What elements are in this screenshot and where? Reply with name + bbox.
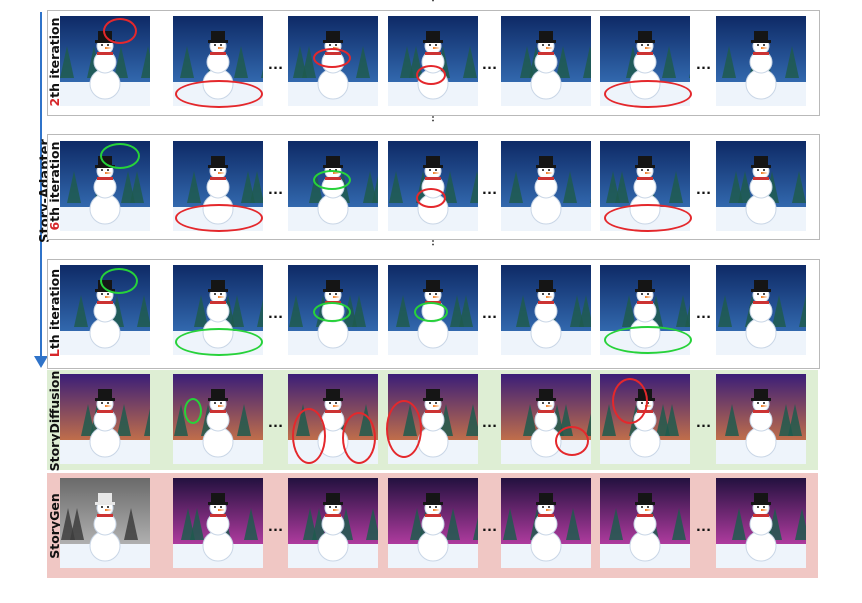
ellipsis-r4-b: … [481, 414, 499, 431]
ellipsis-r1-a: … [267, 56, 285, 73]
marker-r3-c1-face [100, 268, 138, 294]
tile-r5-c1 [60, 478, 150, 568]
vdots-1: ⋮ [428, 112, 438, 123]
ellipsis-r1-c: … [695, 56, 713, 73]
ellipsis-r5-b: … [481, 518, 499, 535]
ellipsis-r1-b: … [481, 56, 499, 73]
ellipsis-r3-c: … [695, 305, 713, 322]
ellipsis-r3-a: … [267, 305, 285, 322]
tile-r3-c7 [716, 265, 806, 355]
tile-r5-c5 [501, 478, 591, 568]
tile-r4-c1 [60, 374, 150, 464]
marker-r1-c2-ground [175, 80, 263, 108]
vdots-2: ⋮ [428, 236, 438, 247]
tile-r4-c7 [716, 374, 806, 464]
iteration-arrow-head [34, 356, 48, 368]
tile-r5-c4 [388, 478, 478, 568]
marker-sd-c5-fox [555, 426, 589, 456]
ellipsis-r5-a: … [267, 518, 285, 535]
marker-sd-c4-tree [386, 400, 422, 458]
ellipsis-r2-b: … [481, 181, 499, 198]
ellipsis-r2-c: … [695, 181, 713, 198]
marker-r1-c4-scarf [416, 65, 446, 85]
tile-r1-c4 [388, 16, 478, 106]
marker-r3-c3-scarf [313, 302, 351, 322]
marker-r2-c2-ground [175, 204, 263, 232]
marker-r3-c2-ground [175, 328, 263, 356]
tile-r1-c5 [501, 16, 591, 106]
ellipsis-r3-b: … [481, 305, 499, 322]
tile-r2-c5 [501, 141, 591, 231]
tile-r5-c6 [600, 478, 690, 568]
marker-r2-c3-scarf [313, 170, 351, 190]
marker-r2-c4-scarf [416, 188, 446, 208]
tile-r3-c5 [501, 265, 591, 355]
marker-r1-c6-ground [604, 80, 692, 108]
marker-r2-c1-face [100, 143, 140, 169]
ellipsis-r5-c: … [695, 518, 713, 535]
tile-r2-c4 [388, 141, 478, 231]
marker-sd-c2-bird [184, 398, 202, 424]
marker-sd-c3-left [292, 408, 326, 464]
marker-r1-c3-scarf [313, 48, 351, 68]
ellipsis-r4-c: … [695, 414, 713, 431]
marker-sd-c6-fox [612, 378, 648, 424]
tile-r5-c2 [173, 478, 263, 568]
marker-r3-c4-scarf [414, 302, 448, 322]
marker-r1-c1-face [103, 18, 137, 44]
ellipsis-r4-a: … [267, 414, 285, 431]
marker-r3-c6-ground [604, 326, 692, 354]
ellipsis-r2-a: … [267, 181, 285, 198]
marker-sd-c3-right [342, 412, 376, 464]
tile-r1-c7 [716, 16, 806, 106]
marker-r2-c6-ground [604, 204, 692, 232]
tile-r2-c7 [716, 141, 806, 231]
tile-r5-c3 [288, 478, 378, 568]
tile-r5-c7 [716, 478, 806, 568]
